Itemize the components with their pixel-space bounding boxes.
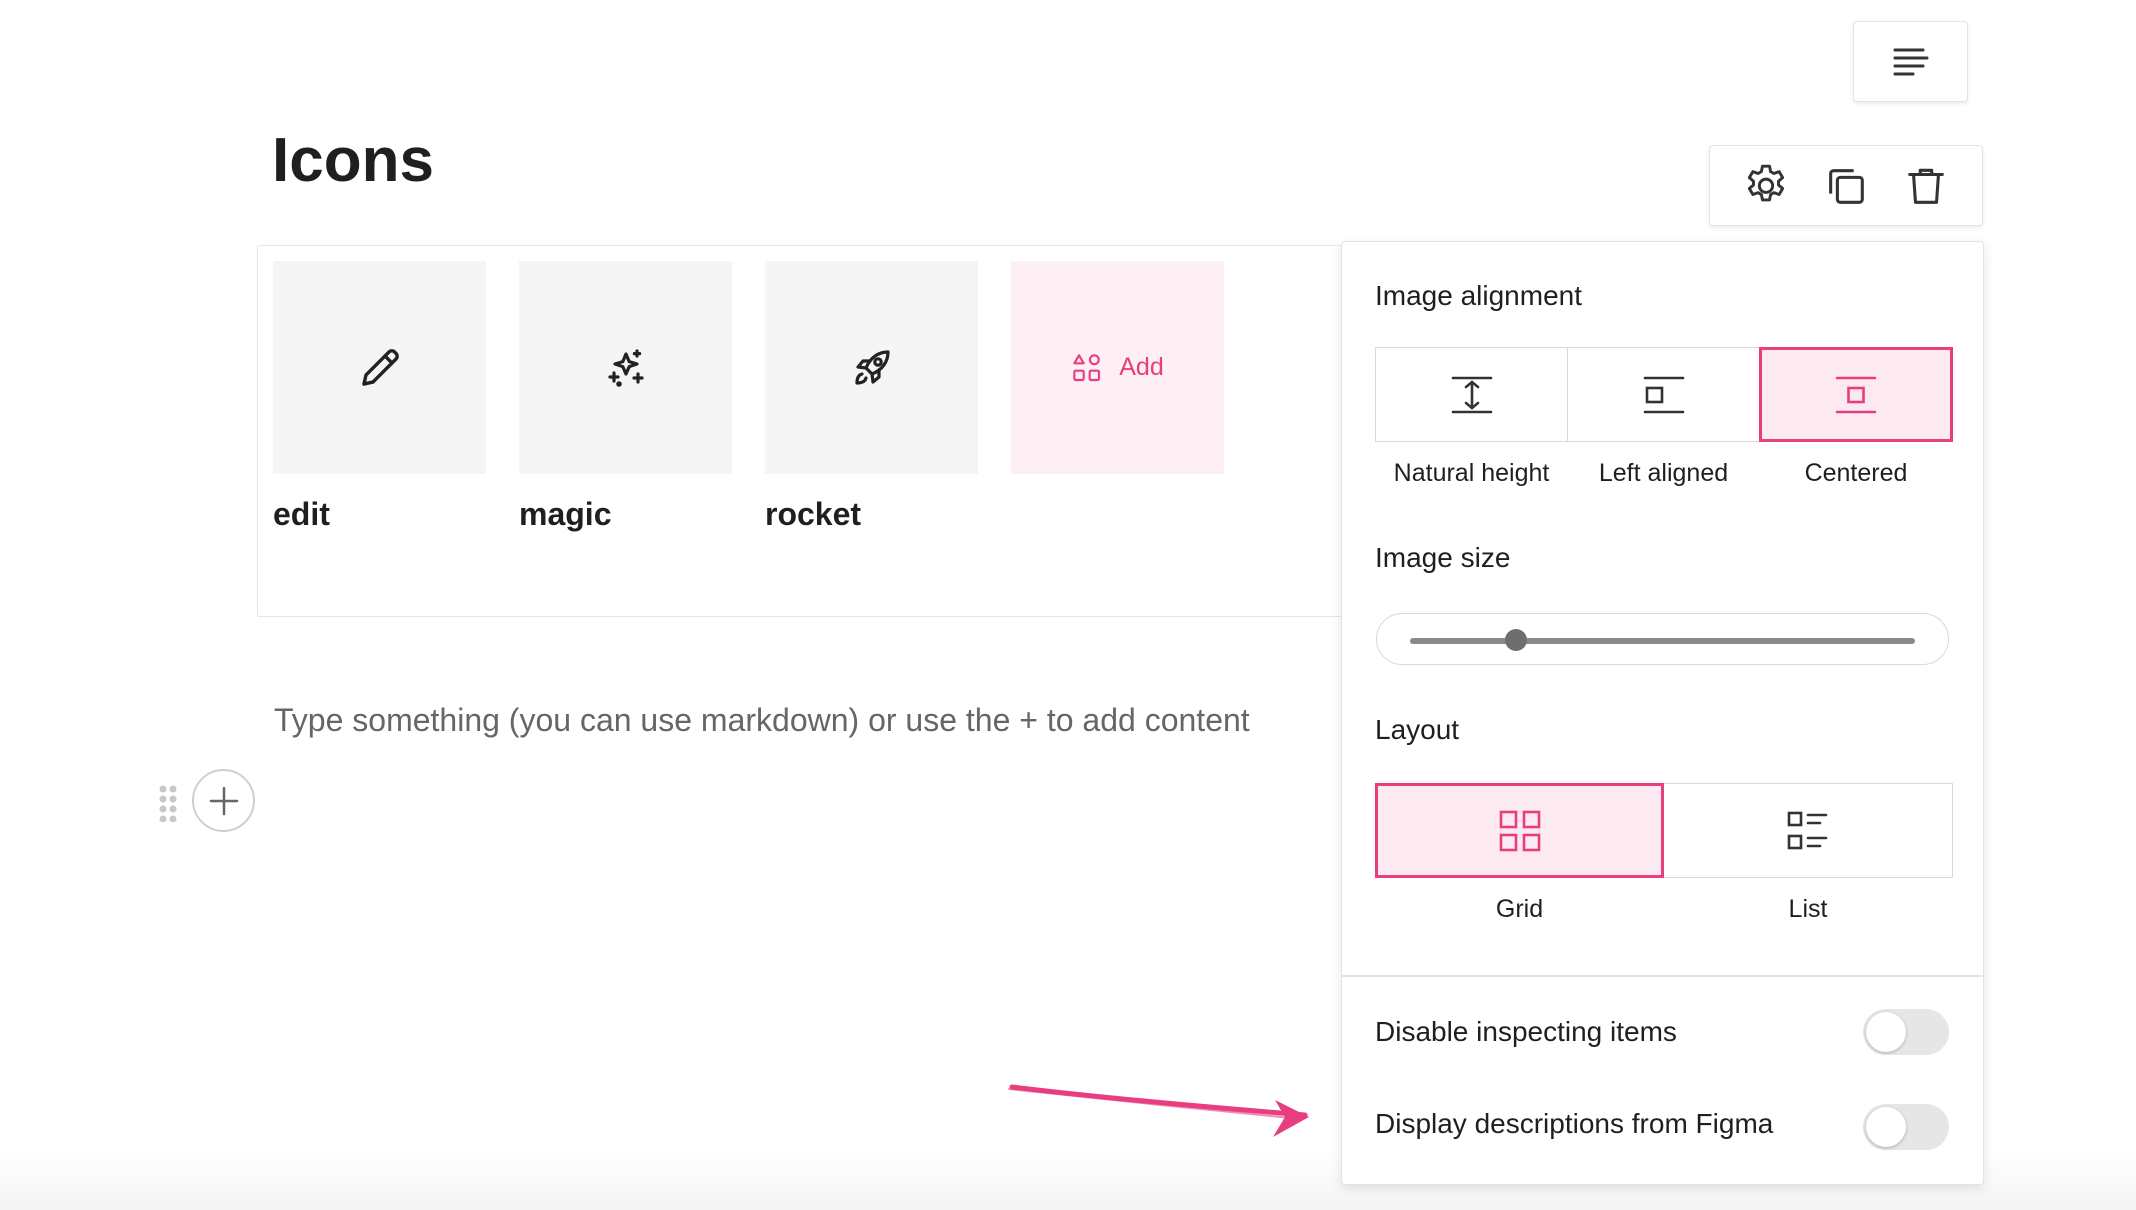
add-block-button[interactable] [192, 769, 255, 832]
text-align-left-icon [1893, 48, 1928, 75]
drag-dots-icon [159, 785, 177, 822]
settings-button[interactable] [1738, 158, 1794, 214]
block-settings-panel: Image alignment Natural height Left alig… [1341, 241, 1984, 1185]
disable-inspecting-toggle[interactable] [1863, 1009, 1949, 1055]
delete-button[interactable] [1898, 158, 1954, 214]
block-toolbar [1709, 145, 1983, 226]
duplicate-button[interactable] [1818, 158, 1874, 214]
icons-block[interactable]: edit magic rocket Add [257, 245, 1347, 617]
sparkles-icon [607, 348, 644, 387]
add-label: Add [1119, 353, 1164, 381]
trash-icon [1908, 168, 1944, 204]
centered-icon [1835, 376, 1877, 413]
slider-knob[interactable] [1505, 629, 1528, 651]
slider-track [1410, 638, 1915, 644]
toggle-knob [1866, 1012, 1906, 1052]
alignment-label: Left aligned [1598, 459, 1729, 487]
editor-placeholder[interactable]: Type something (you can use markdown) or… [274, 702, 1250, 739]
rocket-icon [854, 349, 890, 385]
alignment-label: Centered [1804, 459, 1908, 487]
image-size-slider[interactable] [1376, 613, 1949, 665]
layout-option-grid[interactable] [1375, 783, 1664, 878]
add-icon-button[interactable]: Add [1011, 261, 1224, 474]
alignment-option-natural-height[interactable] [1375, 347, 1568, 442]
layout-label: Grid [1495, 895, 1544, 923]
duplicate-icon [1829, 168, 1864, 204]
icon-tile-edit[interactable] [273, 261, 486, 474]
page-title: Icons [272, 126, 434, 195]
pencil-icon [361, 348, 399, 386]
image-alignment-title: Image alignment [1375, 280, 1583, 311]
layout-option-list[interactable] [1663, 783, 1953, 878]
figma-descriptions-toggle[interactable] [1863, 1104, 1949, 1150]
shapes-icon [1073, 353, 1101, 381]
icon-label: edit [273, 496, 330, 532]
image-size-title: Image size [1375, 542, 1511, 573]
drag-handle[interactable] [158, 784, 178, 822]
arrow-icon [1008, 1084, 1309, 1137]
grid-icon [1499, 810, 1540, 851]
annotation-arrow [1005, 1075, 1335, 1145]
layout-label: List [1788, 895, 1828, 923]
plus-icon [209, 786, 238, 815]
gear-icon [1747, 164, 1785, 201]
alignment-option-centered[interactable] [1759, 347, 1953, 442]
alignment-option-left-aligned[interactable] [1567, 347, 1760, 442]
icon-tile-rocket[interactable] [765, 261, 978, 474]
left-aligned-icon [1643, 376, 1684, 413]
natural-height-icon [1451, 376, 1492, 413]
disable-inspecting-label: Disable inspecting items [1375, 1016, 1677, 1047]
icon-tile-magic[interactable] [519, 261, 732, 474]
icon-label: magic [519, 496, 612, 532]
divider [1342, 975, 1983, 977]
layout-title: Layout [1375, 714, 1460, 745]
list-icon [1787, 811, 1828, 849]
alignment-label: Natural height [1393, 459, 1550, 487]
table-of-contents-button[interactable] [1853, 21, 1968, 102]
figma-descriptions-label: Display descriptions from Figma [1375, 1108, 1774, 1139]
icon-label: rocket [765, 496, 862, 532]
toggle-knob [1866, 1107, 1906, 1147]
